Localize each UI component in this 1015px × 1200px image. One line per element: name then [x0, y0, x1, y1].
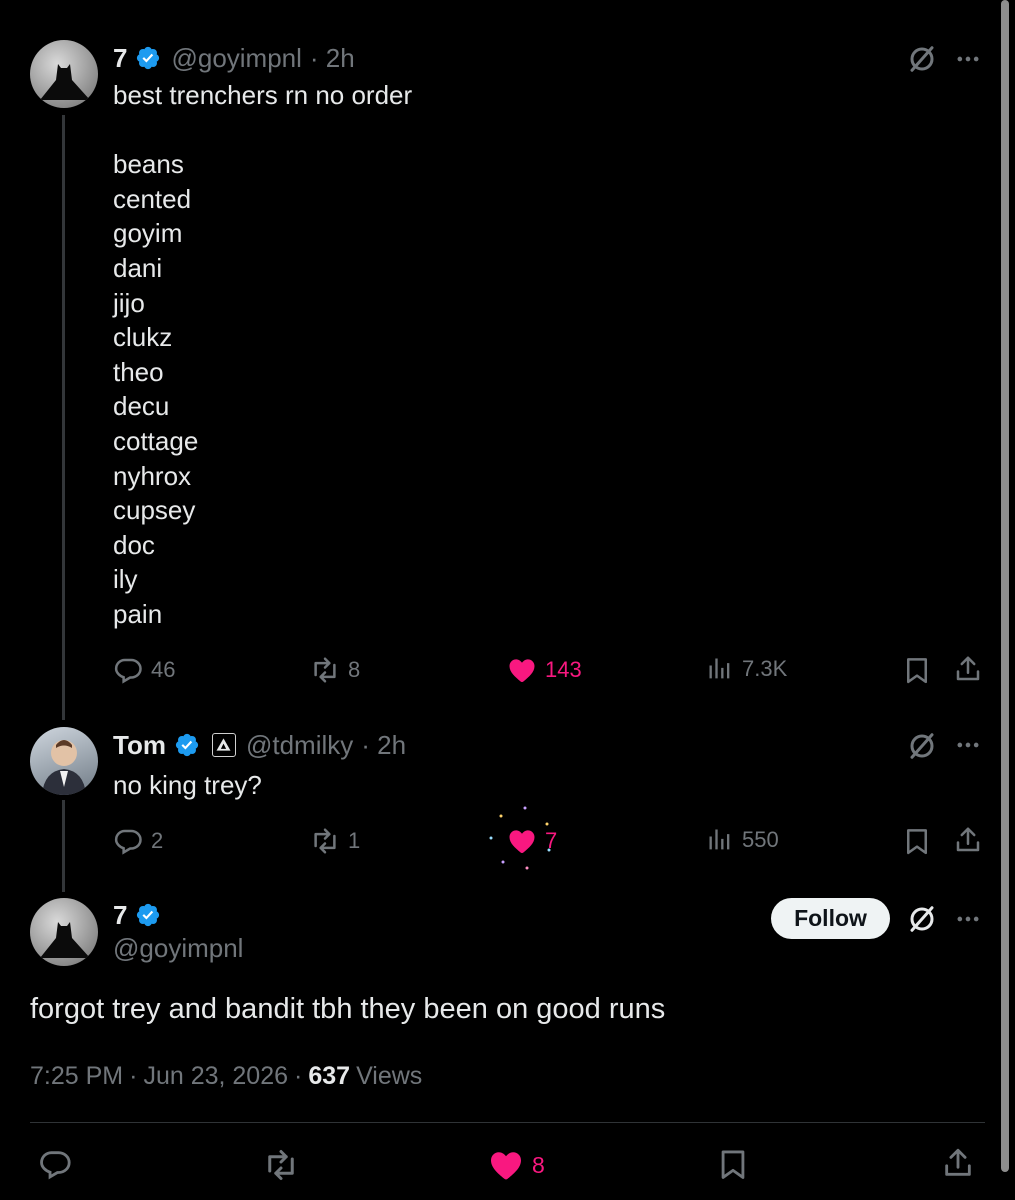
- reply-action[interactable]: 46: [113, 655, 175, 685]
- repost-icon[interactable]: [263, 1147, 299, 1183]
- affiliate-badge-icon[interactable]: [211, 733, 236, 757]
- list-item: jijo: [113, 287, 145, 318]
- views-icon: [706, 826, 734, 854]
- tweet-header: 7 @goyimpnl · 2h: [113, 41, 355, 75]
- repost-count: 8: [348, 657, 361, 682]
- display-name[interactable]: Tom: [113, 730, 166, 761]
- bookmark-icon[interactable]: [902, 655, 932, 685]
- list-item: doc: [113, 529, 155, 560]
- display-name[interactable]: 7: [113, 900, 127, 931]
- reply-count: 2: [151, 828, 164, 853]
- reply-icon[interactable]: [38, 1147, 72, 1181]
- repost-icon: [310, 826, 340, 856]
- share-icon[interactable]: [953, 654, 983, 684]
- separator: ·: [129, 1062, 138, 1090]
- scrollbar[interactable]: [1001, 0, 1009, 1172]
- timestamp[interactable]: · 2h: [310, 43, 355, 74]
- user-handle[interactable]: @tdmilky: [246, 730, 353, 761]
- tweet-header: 7: [113, 899, 161, 931]
- grok-icon[interactable]: [907, 731, 937, 761]
- tweet-header: Tom @tdmilky · 2h: [113, 728, 406, 762]
- divider: [30, 1122, 985, 1123]
- repost-icon: [310, 655, 340, 685]
- list-item: goyim: [113, 218, 183, 249]
- tweet-text: best trenchers rn no order beans cented go…: [113, 78, 412, 632]
- like-icon: [488, 1147, 524, 1183]
- tweet-time[interactable]: 7:25 PM: [30, 1062, 123, 1091]
- like-action[interactable]: 8: [488, 1147, 545, 1183]
- reply-icon: [113, 826, 143, 856]
- list-item: cented: [113, 183, 192, 214]
- person-photo-icon: [42, 740, 86, 795]
- list-item: beans: [113, 149, 184, 180]
- thread-line: [62, 115, 65, 720]
- tweet-meta: 7:25 PM · Jun 23, 2026 · 637 Views: [30, 1062, 422, 1091]
- share-icon[interactable]: [953, 825, 983, 855]
- repost-action[interactable]: 1: [310, 826, 360, 856]
- more-icon[interactable]: [954, 731, 982, 759]
- reply-icon: [113, 655, 143, 685]
- views-icon: [706, 655, 734, 683]
- bookmark-icon[interactable]: [716, 1147, 750, 1181]
- list-item: cupsey: [113, 495, 196, 526]
- tweet-date[interactable]: Jun 23, 2026: [143, 1062, 288, 1091]
- batman-silhouette-icon: [40, 922, 90, 958]
- avatar[interactable]: [30, 898, 98, 966]
- share-icon[interactable]: [941, 1146, 975, 1180]
- reply-action[interactable]: 2: [113, 826, 163, 856]
- verified-badge-icon: [174, 732, 200, 758]
- batman-silhouette-icon: [40, 64, 90, 100]
- repost-action[interactable]: 8: [310, 655, 360, 685]
- follow-button[interactable]: Follow: [771, 898, 890, 939]
- list-item: cottage: [113, 425, 199, 456]
- list-item: decu: [113, 391, 170, 422]
- bookmark-icon[interactable]: [902, 826, 932, 856]
- user-handle[interactable]: @goyimpnl: [113, 933, 243, 964]
- thread-line: [62, 800, 65, 892]
- verified-badge-icon: [135, 902, 161, 928]
- reply-count: 46: [151, 657, 176, 682]
- trencher-list: beans cented goyim dani jijo clukz theo decu cot…: [113, 147, 412, 631]
- verified-badge-icon: [135, 45, 161, 71]
- views-count[interactable]: 637: [308, 1062, 350, 1091]
- user-handle[interactable]: @goyimpnl: [171, 43, 301, 74]
- view-count: 7.3K: [742, 656, 788, 681]
- views-action[interactable]: 550: [706, 826, 779, 854]
- more-icon[interactable]: [954, 45, 982, 73]
- list-item: dani: [113, 252, 163, 283]
- separator: ·: [294, 1062, 303, 1090]
- like-count: 7: [545, 828, 558, 853]
- view-count: 550: [742, 827, 779, 852]
- like-count: 143: [545, 657, 582, 682]
- avatar[interactable]: [30, 727, 98, 795]
- list-item: pain: [113, 598, 163, 629]
- tweet-text: forgot trey and bandit tbh they been on …: [30, 993, 666, 1025]
- like-icon: [507, 655, 537, 685]
- views-label: Views: [356, 1062, 423, 1090]
- grok-icon[interactable]: [907, 904, 937, 934]
- like-action[interactable]: 7: [507, 826, 557, 856]
- list-item: nyhrox: [113, 460, 192, 491]
- display-name[interactable]: 7: [113, 43, 127, 74]
- more-icon[interactable]: [954, 905, 982, 933]
- grok-icon[interactable]: [907, 44, 937, 74]
- list-item: clukz: [113, 322, 173, 353]
- list-item: ily: [113, 564, 138, 595]
- timestamp[interactable]: · 2h: [361, 730, 406, 761]
- list-item: theo: [113, 356, 164, 387]
- tweet-text: no king trey?: [113, 770, 262, 800]
- like-count: 8: [532, 1151, 545, 1178]
- avatar[interactable]: [30, 40, 98, 108]
- tweet-text-line: best trenchers rn no order: [113, 80, 413, 110]
- like-action[interactable]: 143: [507, 655, 582, 685]
- repost-count: 1: [348, 828, 361, 853]
- like-icon: [507, 826, 537, 856]
- views-action[interactable]: 7.3K: [706, 655, 787, 683]
